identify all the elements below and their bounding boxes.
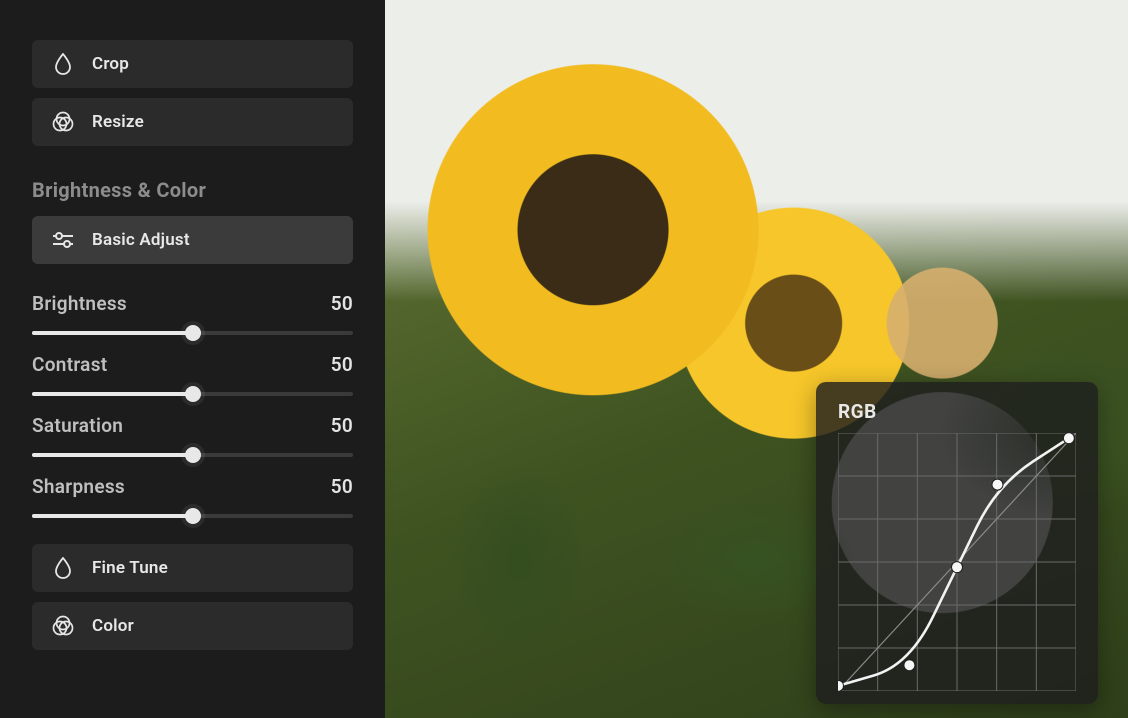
saturation-slider-fill — [32, 453, 193, 457]
rgb-curve-point[interactable] — [952, 562, 963, 573]
crop-button[interactable]: Crop — [32, 40, 353, 88]
drop-icon — [50, 557, 76, 579]
brightness-slider-fill — [32, 331, 193, 335]
fine-tune-label: Fine Tune — [92, 558, 168, 578]
fine-tune-button[interactable]: Fine Tune — [32, 544, 353, 592]
color-button[interactable]: Color — [32, 602, 353, 650]
saturation-label: Saturation — [32, 414, 123, 437]
brightness-label: Brightness — [32, 292, 127, 315]
brightness-control: Brightness 50 — [32, 292, 353, 335]
rgb-curve-point[interactable] — [838, 680, 844, 691]
saturation-control: Saturation 50 — [32, 414, 353, 457]
contrast-slider[interactable] — [32, 392, 353, 396]
contrast-slider-fill — [32, 392, 193, 396]
editor-sidebar: Crop Resize Brightness & Color Basic Adj… — [0, 0, 385, 718]
sliders-icon — [50, 230, 76, 250]
saturation-slider[interactable] — [32, 453, 353, 457]
rgb-curve-area[interactable] — [838, 433, 1076, 691]
brightness-value: 50 — [331, 292, 353, 315]
brightness-slider-thumb[interactable] — [185, 325, 201, 341]
saturation-slider-thumb[interactable] — [185, 447, 201, 463]
app-root: Crop Resize Brightness & Color Basic Adj… — [0, 0, 1128, 718]
drop-icon — [50, 53, 76, 75]
rgb-curve-point[interactable] — [904, 660, 915, 671]
contrast-value: 50 — [331, 353, 353, 376]
sharpness-slider-thumb[interactable] — [185, 508, 201, 524]
sharpness-control: Sharpness 50 — [32, 475, 353, 518]
color-label: Color — [92, 616, 134, 636]
sharpness-label: Sharpness — [32, 475, 125, 498]
image-canvas[interactable]: RGB — [385, 0, 1128, 718]
sharpness-slider-fill — [32, 514, 193, 518]
basic-adjust-label: Basic Adjust — [92, 230, 190, 250]
contrast-control: Contrast 50 — [32, 353, 353, 396]
contrast-label: Contrast — [32, 353, 107, 376]
contrast-slider-thumb[interactable] — [185, 386, 201, 402]
rgb-curve-point[interactable] — [992, 479, 1003, 490]
rgb-curve-point[interactable] — [1063, 433, 1074, 444]
resize-button[interactable]: Resize — [32, 98, 353, 146]
overlap-circles-icon — [50, 615, 76, 637]
section-title-brightness-color: Brightness & Color — [32, 178, 353, 202]
overlap-circles-icon — [50, 111, 76, 133]
brightness-slider[interactable] — [32, 331, 353, 335]
basic-adjust-button[interactable]: Basic Adjust — [32, 216, 353, 264]
saturation-value: 50 — [331, 414, 353, 437]
sharpness-value: 50 — [331, 475, 353, 498]
resize-label: Resize — [92, 112, 144, 132]
crop-label: Crop — [92, 54, 129, 74]
sharpness-slider[interactable] — [32, 514, 353, 518]
rgb-curves-panel[interactable]: RGB — [816, 382, 1098, 704]
rgb-panel-title: RGB — [838, 400, 1076, 423]
